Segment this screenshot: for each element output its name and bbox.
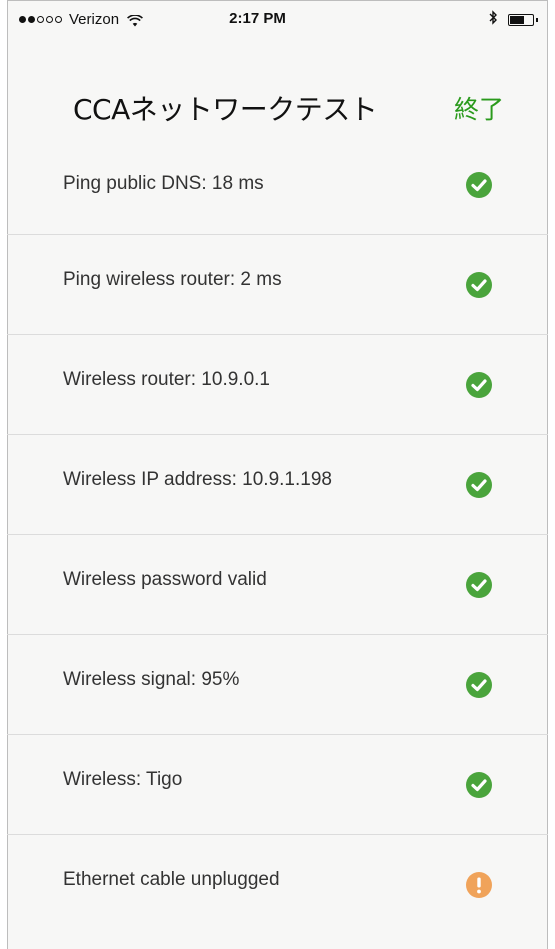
result-label: Ping wireless router: 2 ms bbox=[63, 269, 282, 290]
check-circle-icon bbox=[465, 771, 493, 799]
result-row: Wireless: Tigo bbox=[7, 735, 548, 835]
check-circle-icon bbox=[465, 271, 493, 299]
navigation-bar: CCAネットワークテスト 終了 bbox=[7, 40, 548, 135]
result-label: Wireless router: 10.9.0.1 bbox=[63, 369, 270, 390]
result-row: Ethernet cable unplugged bbox=[7, 835, 548, 935]
check-circle-icon bbox=[465, 471, 493, 499]
phone-screen: Verizon 2:17 PM CCAネットワークテスト 終了 Ping pub… bbox=[7, 0, 548, 949]
check-circle-icon bbox=[465, 571, 493, 599]
result-row: Ping public DNS: 18 ms bbox=[7, 135, 548, 235]
results-list: Ping public DNS: 18 ms Ping wireless rout… bbox=[7, 135, 548, 935]
bluetooth-icon bbox=[488, 10, 498, 29]
result-label: Wireless IP address: 10.9.1.198 bbox=[63, 469, 332, 490]
battery-icon bbox=[508, 13, 538, 26]
result-row: Ping wireless router: 2 ms bbox=[7, 235, 548, 335]
result-label: Ping public DNS: 18 ms bbox=[63, 173, 264, 194]
page-title: CCAネットワークテスト bbox=[73, 93, 378, 126]
result-label: Wireless signal: 95% bbox=[63, 669, 240, 690]
done-button[interactable]: 終了 bbox=[454, 90, 504, 126]
check-circle-icon bbox=[465, 371, 493, 399]
status-time: 2:17 PM bbox=[229, 10, 286, 27]
result-label: Wireless password valid bbox=[63, 569, 267, 590]
result-row: Wireless password valid bbox=[7, 535, 548, 635]
result-row: Wireless router: 10.9.0.1 bbox=[7, 335, 548, 435]
check-circle-icon bbox=[465, 671, 493, 699]
status-bar: Verizon 2:17 PM bbox=[7, 0, 548, 40]
status-right bbox=[488, 10, 538, 29]
result-label: Wireless: Tigo bbox=[63, 769, 183, 790]
result-label: Ethernet cable unplugged bbox=[63, 869, 280, 890]
result-row: Wireless IP address: 10.9.1.198 bbox=[7, 435, 548, 535]
check-circle-icon bbox=[465, 171, 493, 199]
result-row: Wireless signal: 95% bbox=[7, 635, 548, 735]
warning-icon bbox=[465, 871, 493, 899]
